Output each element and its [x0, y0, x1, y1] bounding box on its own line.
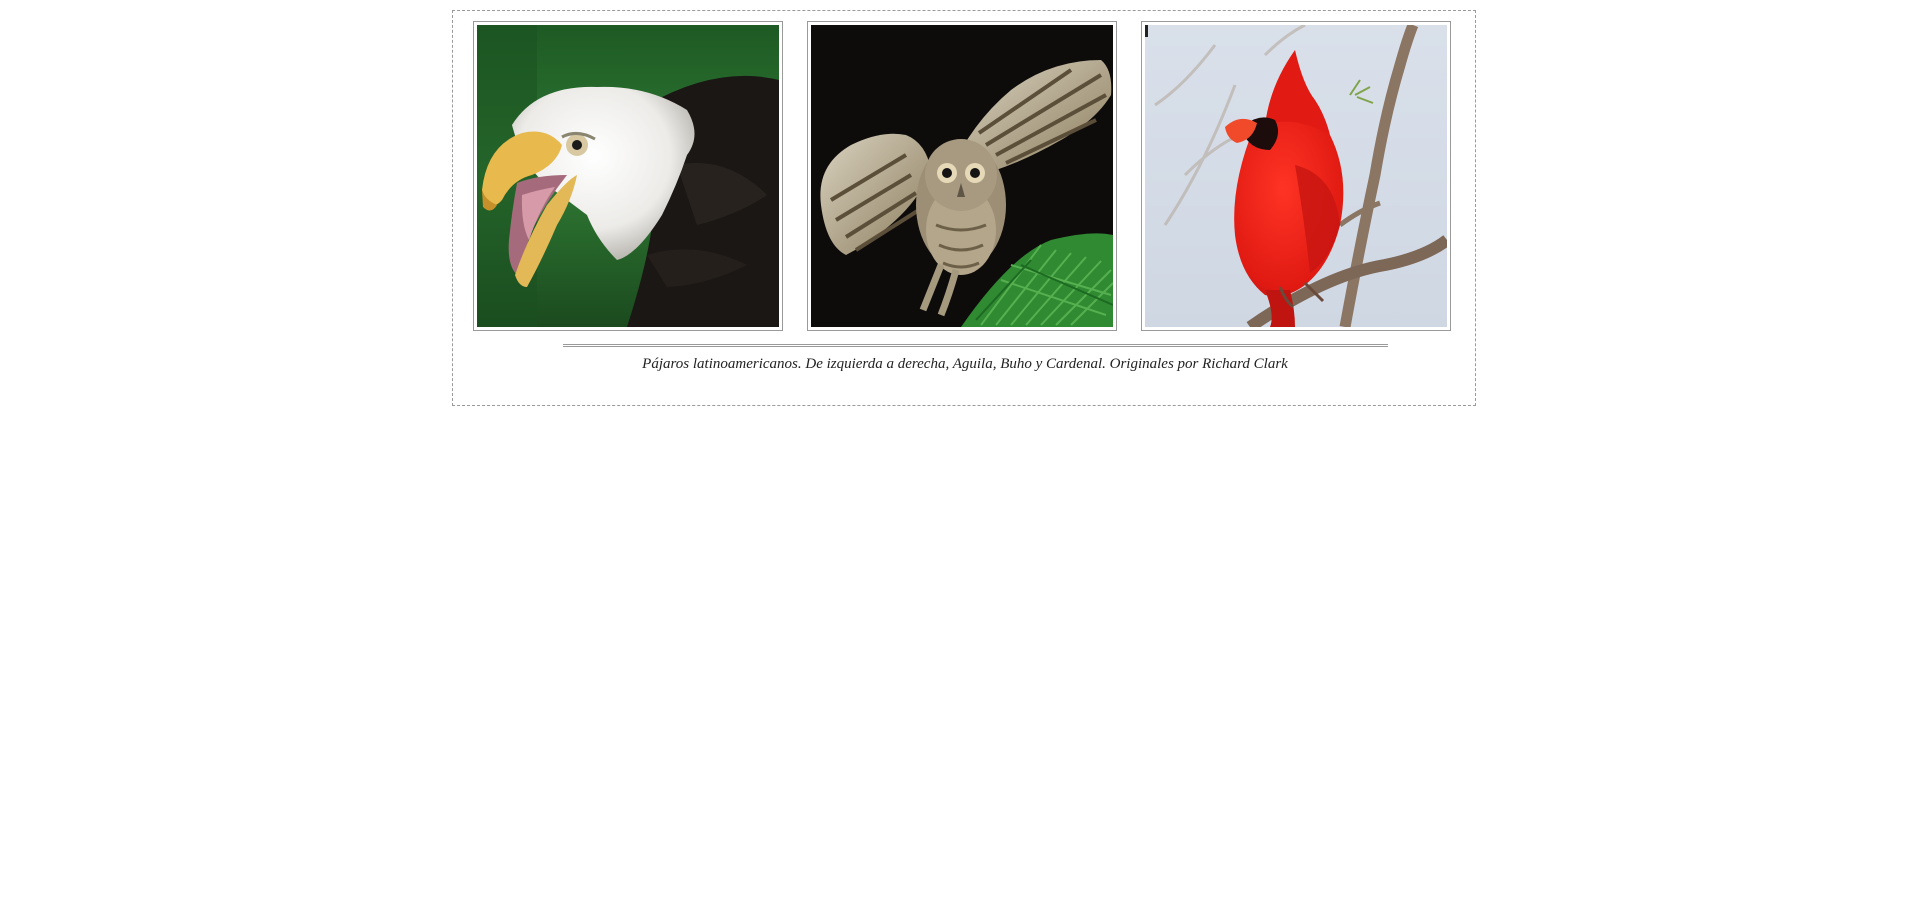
gallery-caption: Pájaros latinoamericanos. De izquierda a… — [642, 356, 1288, 372]
owl-photo-icon[interactable] — [811, 25, 1113, 327]
cardinal-image-frame[interactable] — [1141, 21, 1451, 331]
bird-gallery: Pájaros latinoamericanos. De izquierda a… — [452, 10, 1476, 406]
owl-image-frame[interactable] — [807, 21, 1117, 331]
cardinal-photo-icon[interactable] — [1145, 25, 1447, 327]
eagle-photo-icon[interactable] — [477, 25, 779, 327]
eagle-image-frame[interactable] — [473, 21, 783, 331]
caption-divider — [563, 344, 1388, 347]
